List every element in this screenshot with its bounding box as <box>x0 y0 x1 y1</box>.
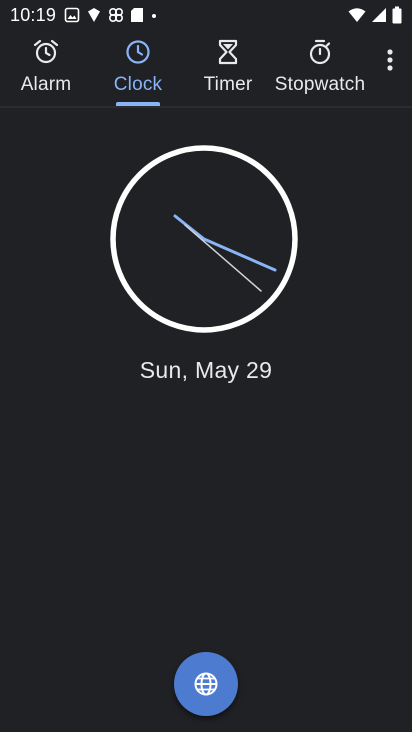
tab-clock-label: Clock <box>113 74 163 95</box>
nav-divider <box>0 106 412 108</box>
add-city-button[interactable] <box>174 652 238 716</box>
hourglass-icon <box>218 39 238 65</box>
alarm-clock-icon <box>33 39 59 64</box>
clock-icon <box>126 40 150 64</box>
tab-timer-label: Timer <box>203 74 253 95</box>
more-vert-icon[interactable] <box>376 44 404 76</box>
tab-timer[interactable]: Timer <box>198 30 258 108</box>
status-bar: 10:19 <box>0 0 412 30</box>
tab-stopwatch-label: Stopwatch <box>274 74 366 95</box>
system-icons <box>348 5 402 25</box>
hour-hand <box>173 214 206 241</box>
shield-icon <box>88 8 100 22</box>
tab-alarm-label: Alarm <box>20 74 72 95</box>
tab-stopwatch[interactable]: Stopwatch <box>272 30 368 108</box>
clock-app-screen: 10:19 Alarm Clock Timer Stopwatch Sun, M… <box>0 0 412 732</box>
pinwheel-icon <box>108 7 124 23</box>
tab-clock[interactable]: Clock <box>108 30 168 108</box>
notification-icons <box>64 5 158 25</box>
tab-alarm[interactable]: Alarm <box>16 30 76 108</box>
date-label: Sun, May 29 <box>139 357 273 383</box>
globe-icon <box>194 672 218 696</box>
cellular-signal-icon <box>372 8 386 22</box>
minute-hand <box>202 237 277 272</box>
stopwatch-icon <box>309 39 331 65</box>
analog-clock <box>110 145 298 333</box>
top-nav-tabs: Alarm Clock Timer Stopwatch <box>0 30 412 108</box>
wifi-icon <box>348 8 366 22</box>
dot-icon <box>152 14 156 18</box>
status-time: 10:19 <box>10 5 57 25</box>
photos-icon <box>64 7 80 23</box>
sd-card-icon <box>131 8 143 22</box>
battery-icon <box>392 6 402 24</box>
